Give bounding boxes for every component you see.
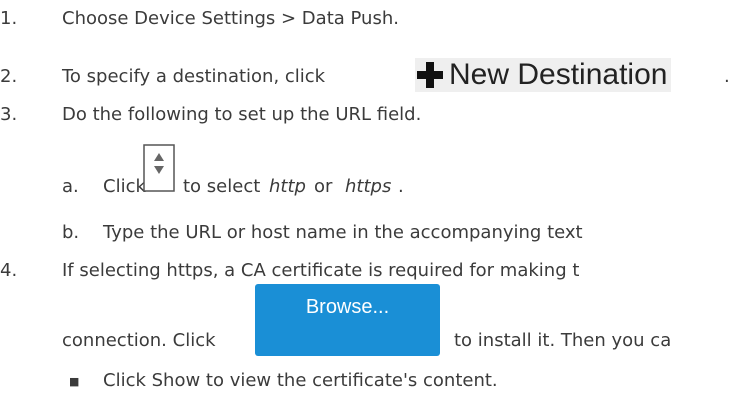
bullet-text: Click Show to view the certificate's con… [103, 370, 498, 391]
period: . [724, 66, 730, 87]
substep-or: or [314, 176, 333, 197]
step-number: 3. [0, 104, 18, 125]
step-text: To specify a destination, click [62, 66, 326, 87]
step-text: connection. Click [62, 330, 216, 351]
step-number: 2. [0, 66, 18, 87]
step-text-after: to install it. Then you ca [454, 330, 672, 351]
step-number: 1. [0, 8, 18, 29]
new-destination-label: New Destination [449, 58, 668, 91]
substep-letter: a. [62, 176, 79, 197]
bullet-marker: ■ [69, 375, 80, 388]
spinner-updown-icon[interactable] [143, 144, 175, 192]
browse-button[interactable]: Browse... [255, 284, 440, 356]
substep-text: Type the URL or host name in the accompa… [103, 222, 583, 243]
substep-mid: to select [183, 176, 261, 197]
step-number: 4. [0, 260, 18, 281]
option-http: http [269, 176, 306, 197]
plus-icon [417, 62, 443, 88]
option-https: https [345, 176, 392, 197]
step-text: Choose Device Settings > Data Push. [62, 8, 399, 29]
substep-end: . [398, 176, 404, 197]
step-text: Do the following to set up the URL field… [62, 104, 422, 125]
step-text: If selecting https, a CA certificate is … [62, 260, 580, 281]
new-destination-button[interactable]: New Destination [415, 58, 672, 92]
substep-letter: b. [62, 222, 80, 243]
substep-click: Click [103, 176, 146, 197]
